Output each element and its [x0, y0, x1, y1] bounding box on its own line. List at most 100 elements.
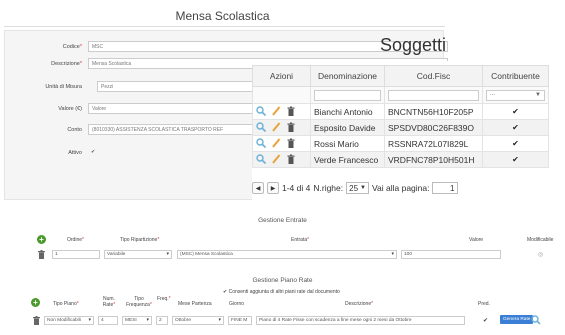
pred-checkbox[interactable]: ✔: [483, 317, 488, 324]
dropdown-arrow-icon: ▼: [535, 91, 541, 98]
dropdown-arrow-icon: ▾: [218, 317, 221, 323]
tipo-ripartizione-select[interactable]: Variabile ▾: [104, 250, 172, 259]
prev-page-button[interactable]: ◀: [252, 182, 264, 194]
page-title: Mensa Scolastica: [175, 9, 270, 23]
trash-icon[interactable]: [38, 250, 45, 259]
attivo-label: Attivo: [68, 150, 82, 156]
add-piano-rate-button[interactable]: +: [31, 298, 40, 307]
hdr-freq: Freq.*: [157, 296, 171, 302]
nrighe-label: N.righe:: [313, 183, 344, 193]
table-row[interactable]: Esposito Davide SPSDVD80C26F839O ✔: [252, 119, 549, 136]
add-entrata-button[interactable]: +: [37, 235, 46, 244]
filter-codfisc-input[interactable]: [388, 89, 479, 101]
giorno-value: FINE M: [231, 318, 248, 323]
search-icon[interactable]: [531, 315, 541, 325]
edit-pencil-icon[interactable]: [271, 105, 281, 118]
cell-denominazione: Esposito Davide: [310, 119, 385, 136]
dropdown-arrow-icon: ▾: [88, 317, 91, 323]
soggetti-title: Soggetti: [380, 35, 447, 55]
table-row[interactable]: Bianchi Antonio BNCNTN56H10F205P ✔: [252, 103, 549, 120]
col-contribuente[interactable]: Contribuente: [482, 65, 549, 87]
conto-label: Conto: [67, 127, 82, 133]
valore-label: Valore (€): [58, 106, 82, 112]
dropdown-arrow-icon: ▾: [391, 251, 394, 257]
col-codfisc[interactable]: Cod.Fisc: [384, 65, 483, 87]
tipo-frequenza-value: MESI: [125, 318, 137, 323]
trash-icon[interactable]: [286, 154, 296, 166]
descrizione-label: Descrizione*: [51, 61, 82, 67]
mese-partenza-value: Ottobre: [175, 318, 191, 323]
row-actions: [252, 135, 311, 152]
edit-pencil-icon[interactable]: [271, 121, 281, 134]
tipo-piano-select[interactable]: Non Modificabili ▾: [44, 316, 94, 325]
hdr-tipo-piano: Tipo Piano*: [53, 301, 79, 307]
hdr-valore: Valore: [469, 237, 484, 243]
hdr-tipo-frequenza: Tipo Frequenza*: [126, 296, 152, 308]
descrizione-input[interactable]: Piano di 4 Rate Fisse con scadenza a fin…: [256, 316, 465, 325]
row-actions: [252, 119, 311, 136]
filter-row: ... ▼: [252, 86, 549, 104]
cell-codfisc: SPSDVD80C26F839O: [384, 119, 483, 136]
col-denominazione[interactable]: Denominazione: [310, 65, 385, 87]
filter-contribuente-select[interactable]: ... ▼: [486, 89, 545, 101]
nrighe-value: 25: [349, 183, 359, 193]
hdr-giorno: Giorno: [229, 301, 245, 307]
modificabile-radio[interactable]: ◎: [538, 251, 543, 258]
filter-select-value: ...: [490, 90, 496, 97]
filter-empty: [252, 86, 311, 104]
contribuente-checkbox[interactable]: ✔: [482, 119, 549, 136]
cell-codfisc: BNCNTN56H10F205P: [384, 103, 483, 120]
cell-denominazione: Bianchi Antonio: [310, 103, 385, 120]
contribuente-checkbox[interactable]: ✔: [482, 151, 549, 168]
freq-input[interactable]: 2: [156, 316, 168, 325]
search-icon[interactable]: [256, 153, 266, 166]
table-row[interactable]: Rossi Mario RSSNRA72L07I829L ✔: [252, 135, 549, 152]
attivo-checkbox[interactable]: ✔: [91, 149, 95, 155]
entrate-title: Gestione Entrate: [258, 217, 307, 224]
filter-denominazione-input[interactable]: [314, 89, 381, 101]
vai-label: Vai alla pagina:: [371, 183, 430, 193]
cell-denominazione: Rossi Mario: [310, 135, 385, 152]
consenti-checkbox[interactable]: ✔: [223, 289, 227, 295]
trash-icon[interactable]: [286, 138, 296, 150]
title-divider: [4, 26, 445, 27]
nrighe-select[interactable]: 25 ▼: [346, 182, 369, 194]
table-row[interactable]: Verde Francesco VRDFNC78P10H501H ✔: [252, 151, 549, 168]
num-rate-input[interactable]: 4: [98, 316, 118, 325]
search-icon[interactable]: [256, 137, 266, 150]
entrata-select[interactable]: (MSC) Mensa Scolastica ▾: [177, 250, 397, 259]
search-icon[interactable]: [256, 105, 266, 118]
trash-icon[interactable]: [33, 316, 40, 325]
consenti-note: ✔ Consenti aggiunta di altri piani rate …: [223, 289, 340, 295]
edit-pencil-icon[interactable]: [271, 153, 281, 166]
mese-partenza-select[interactable]: Ottobre ▾: [172, 316, 224, 325]
tipo-piano-value: Non Modificabili: [47, 318, 81, 323]
col-azioni[interactable]: Azioni: [252, 65, 311, 87]
edit-pencil-icon[interactable]: [271, 137, 281, 150]
genera-rate-button[interactable]: Genera Rate: [500, 315, 534, 324]
tipo-frequenza-select[interactable]: MESI ▾: [122, 316, 152, 325]
trash-icon[interactable]: [286, 106, 296, 118]
tipo-ripartizione-value: Variabile: [107, 252, 126, 257]
trash-icon[interactable]: [286, 122, 296, 134]
codice-label: Codice*: [62, 44, 82, 50]
contribuente-checkbox[interactable]: ✔: [482, 135, 549, 152]
dropdown-arrow-icon: ▼: [360, 185, 366, 191]
hdr-descrizione: Descrizione*: [345, 301, 374, 307]
rate-title: Gestione Piano Rate: [252, 277, 313, 284]
soggetti-table: Azioni Denominazione Cod.Fisc Contribuen…: [252, 65, 549, 168]
dropdown-arrow-icon: ▾: [166, 251, 169, 257]
ordine-input[interactable]: 1: [52, 250, 100, 259]
hdr-mese-partenza: Mese Partenza: [178, 301, 212, 307]
next-page-button[interactable]: ▶: [267, 182, 279, 194]
pager-range: 1-4 di 4: [282, 183, 311, 193]
page-input[interactable]: 1: [432, 182, 459, 194]
soggetti-panel: Azioni Denominazione Cod.Fisc Contribuen…: [252, 61, 552, 206]
giorno-select[interactable]: FINE M: [228, 316, 252, 325]
cell-codfisc: VRDFNC78P10H501H: [384, 151, 483, 168]
cell-denominazione: Verde Francesco: [310, 151, 385, 168]
valore-input[interactable]: 100: [401, 250, 501, 259]
contribuente-checkbox[interactable]: ✔: [482, 103, 549, 120]
search-icon[interactable]: [256, 121, 266, 134]
hdr-tipo-ripartizione: Tipo Ripartizione*: [120, 237, 160, 243]
